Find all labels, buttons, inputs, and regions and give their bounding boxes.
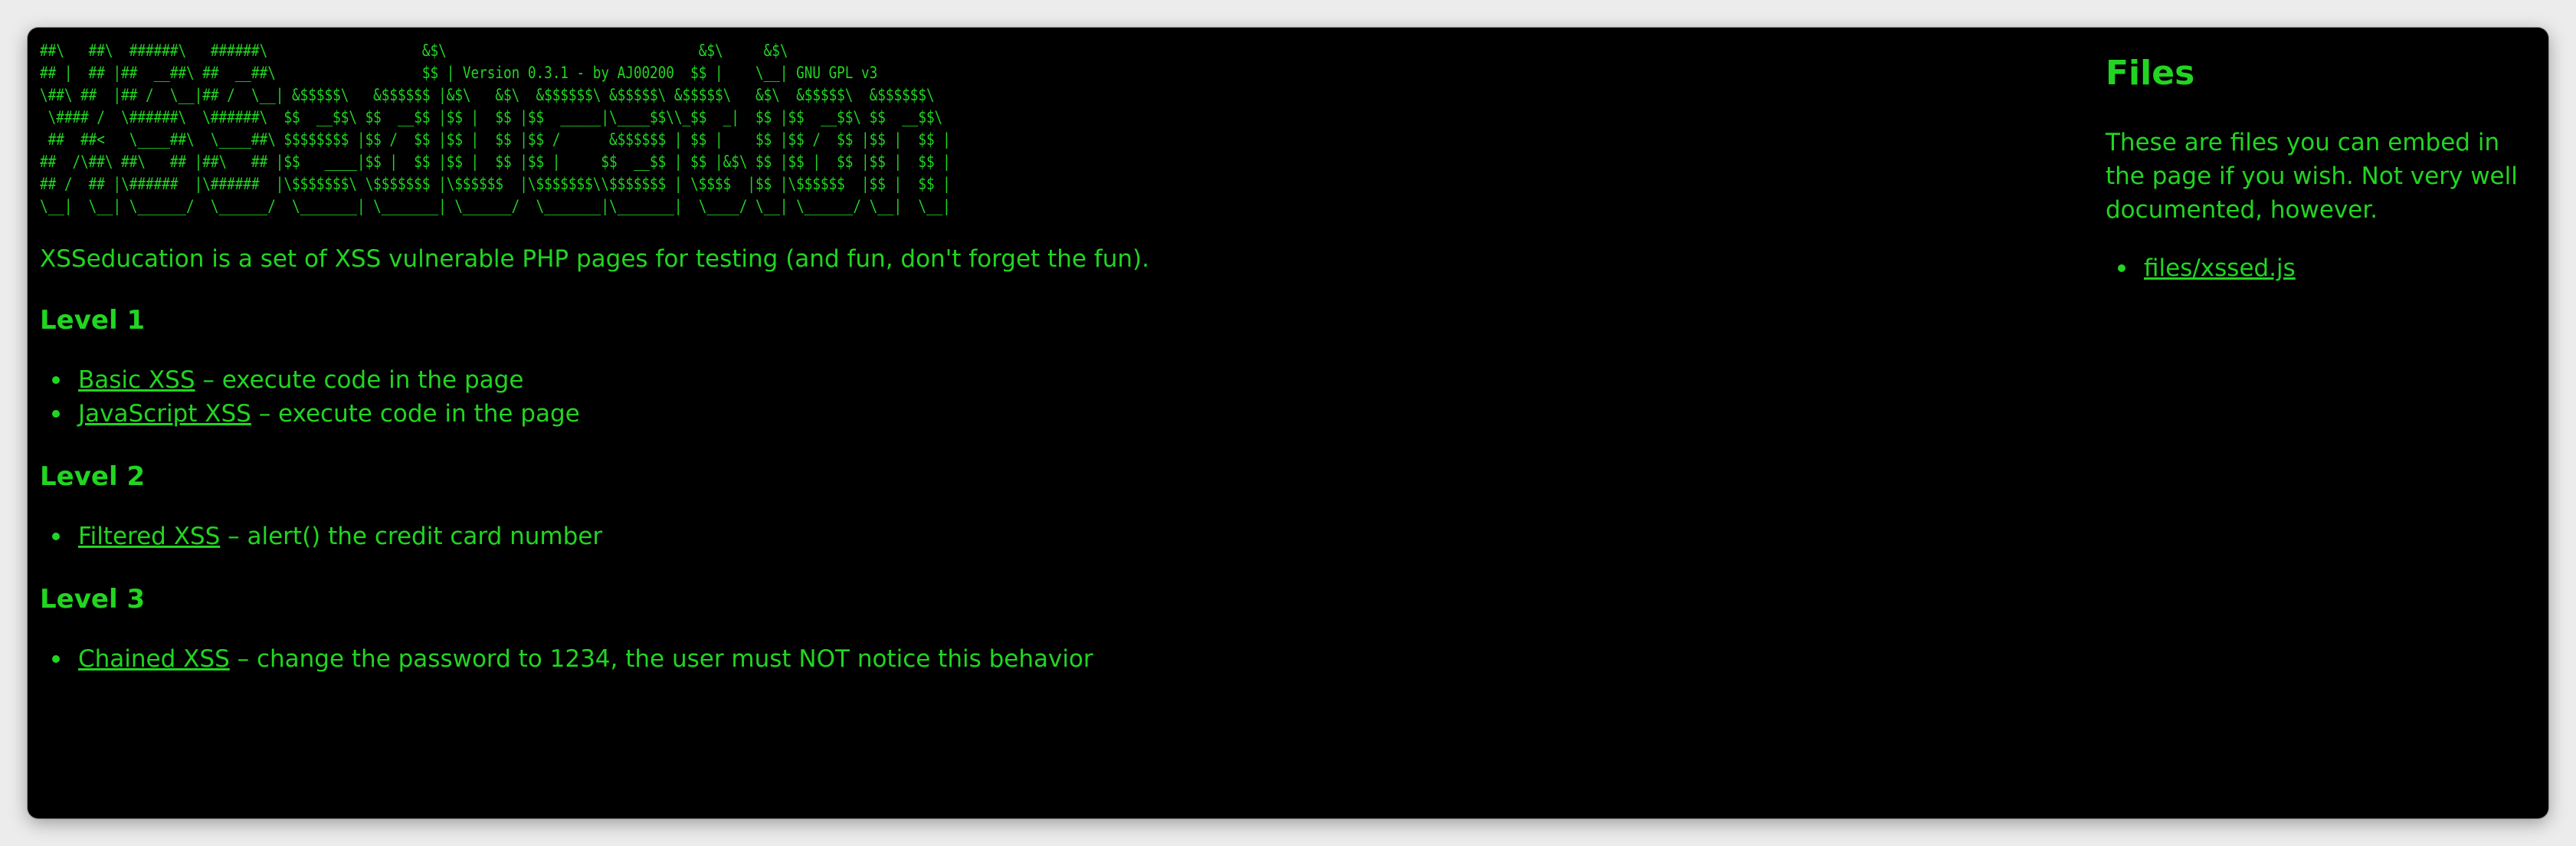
list-item: files/xssed.js xyxy=(2118,251,2535,285)
sidebar-description: These are files you can embed in the pag… xyxy=(2106,129,2518,224)
level-2-heading: Level 2 xyxy=(40,461,146,492)
browser-window: ##\ ##\ ######\ ######\ &$\ &$\ &$\ ## |… xyxy=(28,28,2548,818)
ascii-line: \##\ ## |## / \__|## / \__| &$$$$$\ &$$$… xyxy=(40,86,935,105)
list-item: JavaScript XSS – execute code in the pag… xyxy=(52,397,2032,431)
xssed-js-link[interactable]: files/xssed.js xyxy=(2144,254,2296,282)
ascii-banner: ##\ ##\ ######\ ######\ &$\ &$\ &$\ ## |… xyxy=(40,40,1673,218)
main-content: ##\ ##\ ######\ ######\ &$\ &$\ &$\ ## |… xyxy=(40,40,2032,676)
sidebar-title: Files xyxy=(2106,54,2195,93)
bullet-icon xyxy=(52,533,60,540)
bullet-icon xyxy=(52,376,60,384)
ascii-line: ## /\##\ ##\ ## |##\ ## |$$ ____|$$ | $$… xyxy=(40,152,951,172)
bullet-icon xyxy=(52,410,60,418)
bullet-icon xyxy=(52,655,60,663)
level-1-heading: Level 1 xyxy=(40,305,146,336)
list-item: Filtered XSS – alert() the credit card n… xyxy=(52,520,2032,553)
level-3-list: Chained XSS – change the password to 123… xyxy=(40,642,2032,676)
item-description: – execute code in the page xyxy=(251,400,580,428)
basic-xss-link[interactable]: Basic XSS xyxy=(78,366,195,394)
level-1-list: Basic XSS – execute code in the page Jav… xyxy=(40,363,2032,431)
level-3-heading: Level 3 xyxy=(40,584,146,615)
list-item: Chained XSS – change the password to 123… xyxy=(52,642,2032,676)
ascii-line: ## | ## |## __##\ ## __##\ $$ | Version … xyxy=(40,64,878,83)
ascii-line: \__| \__| \______/ \______/ \_______| \_… xyxy=(40,197,951,216)
intro-text: XSSeducation is a set of XSS vulnerable … xyxy=(40,245,1149,273)
filtered-xss-link[interactable]: Filtered XSS xyxy=(78,523,220,550)
ascii-line: ## / ## |\###### |\###### |\$$$$$$$\ \$$… xyxy=(40,175,951,194)
bullet-icon xyxy=(2118,264,2125,272)
ascii-line: ##\ ##\ ######\ ######\ &$\ &$\ &$\ xyxy=(40,41,788,61)
ascii-line: ## ##< \____##\ \____##\ $$$$$$$$ |$$ / … xyxy=(40,130,951,149)
chained-xss-link[interactable]: Chained XSS xyxy=(78,645,230,673)
files-sidebar: Files These are files you can embed in t… xyxy=(2106,51,2535,285)
level-2-list: Filtered XSS – alert() the credit card n… xyxy=(40,520,2032,553)
item-description: – alert() the credit card number xyxy=(220,523,603,550)
list-item: Basic XSS – execute code in the page xyxy=(52,363,2032,397)
item-description: – execute code in the page xyxy=(195,366,524,394)
ascii-line: \#### / \######\ \######\ $$ __$$\ $$ __… xyxy=(40,108,943,127)
item-description: – change the password to 1234, the user … xyxy=(229,645,1093,673)
files-list: files/xssed.js xyxy=(2106,251,2535,285)
javascript-xss-link[interactable]: JavaScript XSS xyxy=(78,400,251,428)
